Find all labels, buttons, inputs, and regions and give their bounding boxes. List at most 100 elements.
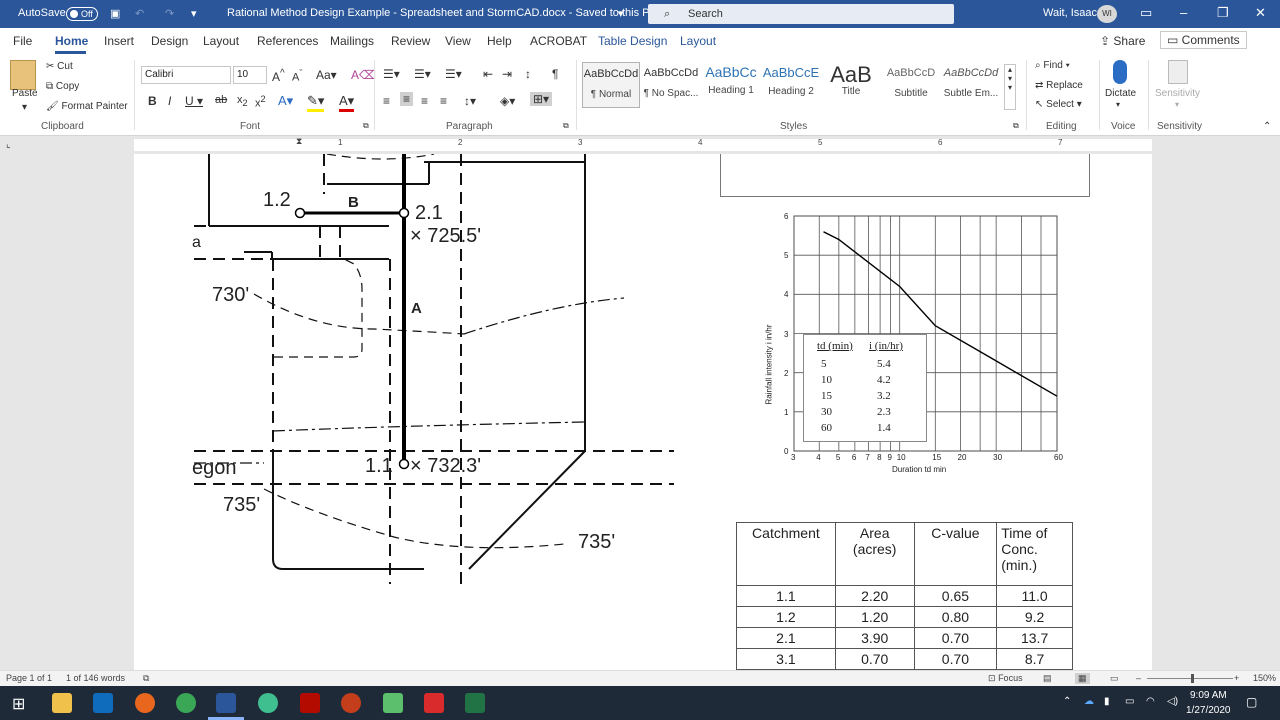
firefox-icon[interactable] [135, 693, 155, 713]
tab-insert[interactable]: Insert [104, 34, 134, 48]
word-taskbar-icon[interactable] [216, 693, 236, 713]
bold-button[interactable]: B [148, 94, 157, 108]
tab-design[interactable]: Design [151, 34, 188, 48]
zoom-slider-thumb[interactable] [1191, 674, 1194, 683]
change-case-icon[interactable]: Aa▾ [316, 68, 337, 82]
document-page[interactable]: 1.2 2.1 × 725.5' B A 730' 1.1 × 732.3' 7… [134, 154, 1152, 670]
title-chevron-icon[interactable]: ▾ [618, 7, 624, 20]
style-title[interactable]: AaB Title [822, 62, 880, 108]
powerpoint-icon[interactable] [341, 693, 361, 713]
align-left-icon[interactable]: ≡ [383, 94, 390, 108]
style-heading-1[interactable]: AaBbCc Heading 1 [702, 62, 760, 108]
tab-view[interactable]: View [445, 34, 471, 48]
font-dialog-launcher-icon[interactable]: ⧉ [363, 121, 369, 131]
minimize-icon[interactable]: – [1180, 5, 1187, 20]
file-explorer-icon[interactable] [52, 693, 72, 713]
redo-icon[interactable]: ↷ [165, 7, 174, 20]
windows-start-icon[interactable]: ⊞ [12, 694, 25, 714]
tray-overflow-icon[interactable]: ⌃ [1063, 696, 1071, 707]
copy-button[interactable]: ⧉ Copy [46, 81, 79, 92]
format-painter-button[interactable]: 🖌 Format Painter [46, 101, 128, 112]
clock-time[interactable]: 9:09 AM [1190, 690, 1227, 701]
decrease-indent-icon[interactable]: ⇤ [483, 67, 493, 81]
superscript-button[interactable]: x2 [255, 94, 266, 110]
autosave-toggle[interactable]: Off [66, 7, 98, 21]
font-size-box[interactable]: 10 [233, 66, 267, 84]
shrink-font-icon[interactable]: Aˇ [292, 68, 302, 84]
italic-button[interactable]: I [168, 94, 171, 108]
align-center-icon[interactable]: ≡ [400, 92, 414, 106]
excel-icon[interactable] [465, 693, 485, 713]
clear-formatting-icon[interactable]: A⌫ [351, 68, 376, 82]
microphone-tray-icon[interactable]: ▮ [1104, 696, 1110, 707]
microphone-icon[interactable] [1113, 60, 1127, 84]
tab-layout[interactable]: Layout [203, 34, 239, 48]
paste-icon[interactable] [10, 60, 36, 90]
proofing-icon[interactable]: ⧉ [143, 673, 149, 684]
notifications-icon[interactable]: ▢ [1246, 695, 1257, 709]
style-subtle-emphasis[interactable]: AaBbCcDd Subtle Em... [942, 62, 1000, 108]
align-right-icon[interactable]: ≡ [421, 94, 428, 108]
maximize-icon[interactable]: ❐ [1217, 5, 1229, 21]
zoom-out-button[interactable]: – [1136, 673, 1141, 683]
clock-date[interactable]: 1/27/2020 [1186, 705, 1231, 716]
ruler-bar[interactable] [134, 139, 1152, 151]
zoom-in-button[interactable]: + [1234, 673, 1239, 683]
shading-icon[interactable]: ◈▾ [500, 94, 515, 108]
onedrive-icon[interactable]: ☁ [1084, 696, 1094, 707]
search-box[interactable]: ⌕ Search [648, 4, 954, 24]
tab-acrobat[interactable]: ACROBAT [530, 34, 587, 48]
tab-mailings[interactable]: Mailings [330, 34, 374, 48]
grow-font-icon[interactable]: A^ [272, 68, 285, 84]
style-heading-2[interactable]: AaBbCcE Heading 2 [762, 62, 820, 108]
comments-button[interactable]: ▭ Comments [1160, 31, 1247, 49]
stormcad-icon[interactable] [258, 693, 278, 713]
tab-home[interactable]: Home [55, 34, 88, 48]
ribbon-display-icon[interactable]: ▭ [1140, 5, 1152, 21]
styles-gallery-scroll[interactable]: ▴ ▾ ▾ [1004, 64, 1016, 110]
collapse-ribbon-icon[interactable]: ⌃ [1263, 121, 1271, 132]
tab-table-design[interactable]: Table Design [598, 34, 667, 48]
borders-icon[interactable]: ⊞▾ [530, 92, 553, 106]
cut-button[interactable]: ✂ Cut [46, 61, 73, 72]
zoom-slider[interactable] [1147, 678, 1233, 679]
acrobat-icon[interactable] [300, 693, 320, 713]
tab-help[interactable]: Help [487, 34, 512, 48]
multilevel-list-icon[interactable]: ☰▾ [445, 67, 462, 81]
font-color-icon[interactable]: A▾ [339, 93, 355, 112]
share-button[interactable]: ⇪ Share [1100, 34, 1145, 48]
justify-icon[interactable]: ≡ [440, 94, 447, 108]
tab-references[interactable]: References [257, 34, 318, 48]
text-effects-icon[interactable]: A▾ [278, 93, 293, 109]
select-button[interactable]: ↖ Select ▾ [1035, 99, 1082, 110]
avatar[interactable]: WI [1097, 5, 1117, 23]
increase-indent-icon[interactable]: ⇥ [502, 67, 512, 81]
page-count[interactable]: Page 1 of 1 [6, 673, 52, 683]
revit-icon[interactable] [424, 693, 444, 713]
web-layout-icon[interactable]: ▭ [1110, 673, 1119, 684]
paste-dropdown-icon[interactable]: ▾ [22, 102, 27, 113]
wifi-icon[interactable]: ◠ [1146, 696, 1155, 707]
line-spacing-icon[interactable]: ↕▾ [464, 94, 476, 108]
print-layout-icon[interactable]: ▦ [1075, 673, 1090, 684]
outlook-icon[interactable] [93, 693, 113, 713]
tab-file[interactable]: File [13, 34, 32, 48]
user-name[interactable]: Wait, Isaac [1043, 7, 1097, 19]
paragraph-dialog-launcher-icon[interactable]: ⧉ [563, 121, 569, 131]
tab-selector-icon[interactable]: ⌞ [6, 139, 11, 150]
styles-dialog-launcher-icon[interactable]: ⧉ [1013, 121, 1019, 131]
find-button[interactable]: ⌕ Find ▾ [1035, 60, 1070, 71]
read-mode-icon[interactable]: ▤ [1043, 673, 1052, 684]
style-normal[interactable]: AaBbCcDd ¶ Normal [582, 62, 640, 108]
style-subtitle[interactable]: AaBbCcD Subtitle [882, 62, 940, 108]
battery-icon[interactable]: ▭ [1125, 696, 1134, 707]
text-box-frame[interactable] [720, 154, 1090, 197]
bullets-icon[interactable]: ☰▾ [383, 67, 400, 81]
chrome-icon[interactable] [176, 693, 196, 713]
sort-icon[interactable]: ↕ [525, 67, 531, 81]
pin-app-icon[interactable] [383, 693, 403, 713]
close-icon[interactable]: ✕ [1255, 5, 1266, 21]
zoom-level[interactable]: 150% [1253, 673, 1276, 683]
indent-marker-icon[interactable]: ⧗ [296, 136, 302, 147]
volume-icon[interactable]: ◁) [1167, 696, 1178, 707]
